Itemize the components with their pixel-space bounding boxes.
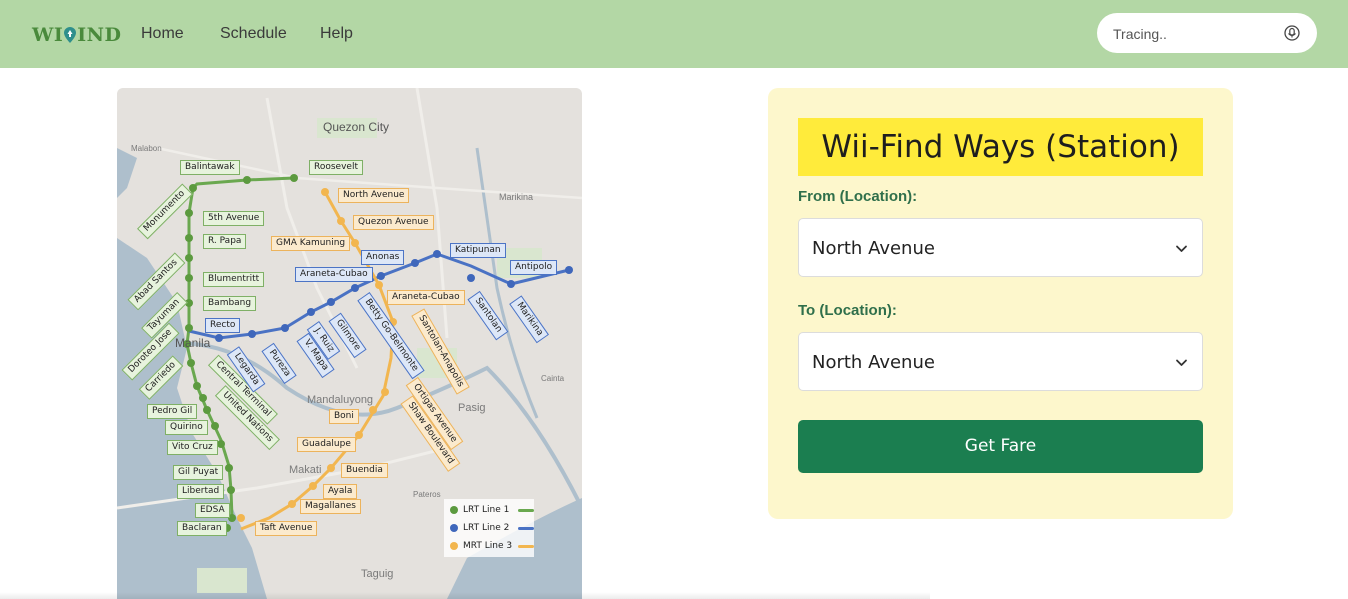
- brand-logo[interactable]: WI IND: [32, 24, 121, 46]
- map-place-taguig: Taguig: [361, 568, 394, 580]
- station-label-lrt1[interactable]: 5th Avenue: [203, 211, 265, 226]
- search-input[interactable]: [1111, 23, 1285, 45]
- get-fare-button[interactable]: Get Fare: [798, 420, 1203, 473]
- map-place-pateros: Pateros: [413, 490, 441, 499]
- station-label-lrt1[interactable]: Vito Cruz: [167, 440, 218, 455]
- station-label-mrt3[interactable]: Buendia: [341, 463, 388, 478]
- station-label-mrt3[interactable]: Quezon Avenue: [353, 215, 434, 230]
- logo-text-left: WI: [32, 24, 64, 46]
- station-label-lrt1[interactable]: EDSA: [195, 503, 230, 518]
- from-label: From (Location):: [798, 188, 918, 205]
- station-label-lrt1[interactable]: Pedro Gil: [147, 404, 198, 419]
- lrt1-marker-icon: [450, 505, 458, 514]
- map-place-quezon-city: Quezon City: [323, 120, 390, 134]
- search-bar: [1097, 13, 1317, 53]
- map-legend: LRT Line 1 LRT Line 2 MRT Line 3: [444, 499, 534, 557]
- station-label-mrt3[interactable]: Magallanes: [300, 499, 361, 514]
- station-label-lrt1[interactable]: Quirino: [165, 420, 208, 435]
- station-label-lrt2[interactable]: Araneta-Cubao: [295, 267, 373, 282]
- map-place-makati: Makati: [289, 464, 322, 476]
- map-place-cainta: Cainta: [541, 374, 565, 383]
- station-label-lrt1[interactable]: R. Papa: [203, 234, 247, 249]
- nav-help-link[interactable]: Help: [320, 24, 353, 44]
- map-place-marikina: Marikina: [499, 192, 534, 202]
- legend-item-lrt2: LRT Line 2: [450, 521, 534, 535]
- from-location-value: North Avenue: [812, 238, 935, 259]
- station-label-mrt3[interactable]: North Avenue: [338, 188, 410, 203]
- legend-item-lrt1: LRT Line 1: [450, 503, 534, 517]
- chevron-down-icon: [1176, 245, 1187, 252]
- logo-text-right: IND: [77, 24, 122, 46]
- nav-home-link[interactable]: Home: [141, 24, 184, 44]
- legend-label: LRT Line 1: [463, 505, 510, 515]
- to-label: To (Location):: [798, 302, 897, 319]
- station-label-mrt3[interactable]: Ayala: [323, 484, 358, 499]
- station-label-lrt2[interactable]: Anonas: [361, 250, 405, 265]
- map-place-manila: Manila: [175, 336, 211, 350]
- station-label-lrt1[interactable]: Baclaran: [177, 521, 227, 536]
- mrt3-marker-icon: [450, 541, 458, 550]
- lrt2-swatch: [518, 527, 534, 530]
- fare-form-card: Wii-Find Ways (Station) From (Location):…: [768, 88, 1233, 519]
- station-label-lrt1[interactable]: Balintawak: [180, 160, 240, 175]
- station-label-lrt1[interactable]: Bambang: [203, 296, 257, 311]
- chevron-down-icon: [1176, 359, 1187, 366]
- station-label-mrt3[interactable]: Guadalupe: [297, 437, 356, 452]
- lrt1-swatch: [518, 509, 534, 512]
- station-label-lrt2[interactable]: Katipunan: [450, 243, 506, 258]
- map-place-mandaluyong: Mandaluyong: [307, 394, 374, 406]
- station-label-mrt3[interactable]: GMA Kamuning: [271, 236, 351, 251]
- station-label-lrt2[interactable]: Antipolo: [510, 260, 558, 275]
- transit-map[interactable]: Quezon City Manila Mandaluyong Makati Pa…: [117, 88, 582, 599]
- station-label-mrt3[interactable]: Araneta-Cubao: [387, 290, 465, 305]
- lrt2-marker-icon: [450, 523, 458, 532]
- top-navbar: WI IND Home Schedule Help: [0, 0, 1348, 68]
- location-pin-icon: [64, 27, 77, 43]
- nav-schedule-link[interactable]: Schedule: [220, 24, 287, 44]
- station-label-mrt3[interactable]: Boni: [329, 409, 359, 424]
- station-label-lrt2[interactable]: Recto: [205, 318, 241, 333]
- station-label-mrt3[interactable]: Taft Avenue: [255, 521, 318, 536]
- station-label-lrt1[interactable]: Gil Puyat: [173, 465, 224, 480]
- from-location-select[interactable]: North Avenue: [798, 218, 1203, 277]
- mrt3-swatch: [518, 545, 534, 548]
- to-location-value: North Avenue: [812, 352, 935, 373]
- legend-label: MRT Line 3: [463, 541, 513, 551]
- page-bottom-edge: [0, 592, 930, 599]
- form-title: Wii-Find Ways (Station): [798, 118, 1203, 176]
- microphone-icon[interactable]: [1284, 25, 1300, 41]
- map-place-malabon: Malabon: [131, 144, 162, 153]
- station-label-lrt1[interactable]: Blumentritt: [203, 272, 265, 287]
- legend-label: LRT Line 2: [463, 523, 510, 533]
- map-place-pasig: Pasig: [458, 402, 486, 414]
- legend-item-mrt3: MRT Line 3: [450, 539, 534, 553]
- station-label-lrt1[interactable]: Roosevelt: [309, 160, 363, 175]
- to-location-select[interactable]: North Avenue: [798, 332, 1203, 391]
- station-label-lrt1[interactable]: Libertad: [177, 484, 225, 499]
